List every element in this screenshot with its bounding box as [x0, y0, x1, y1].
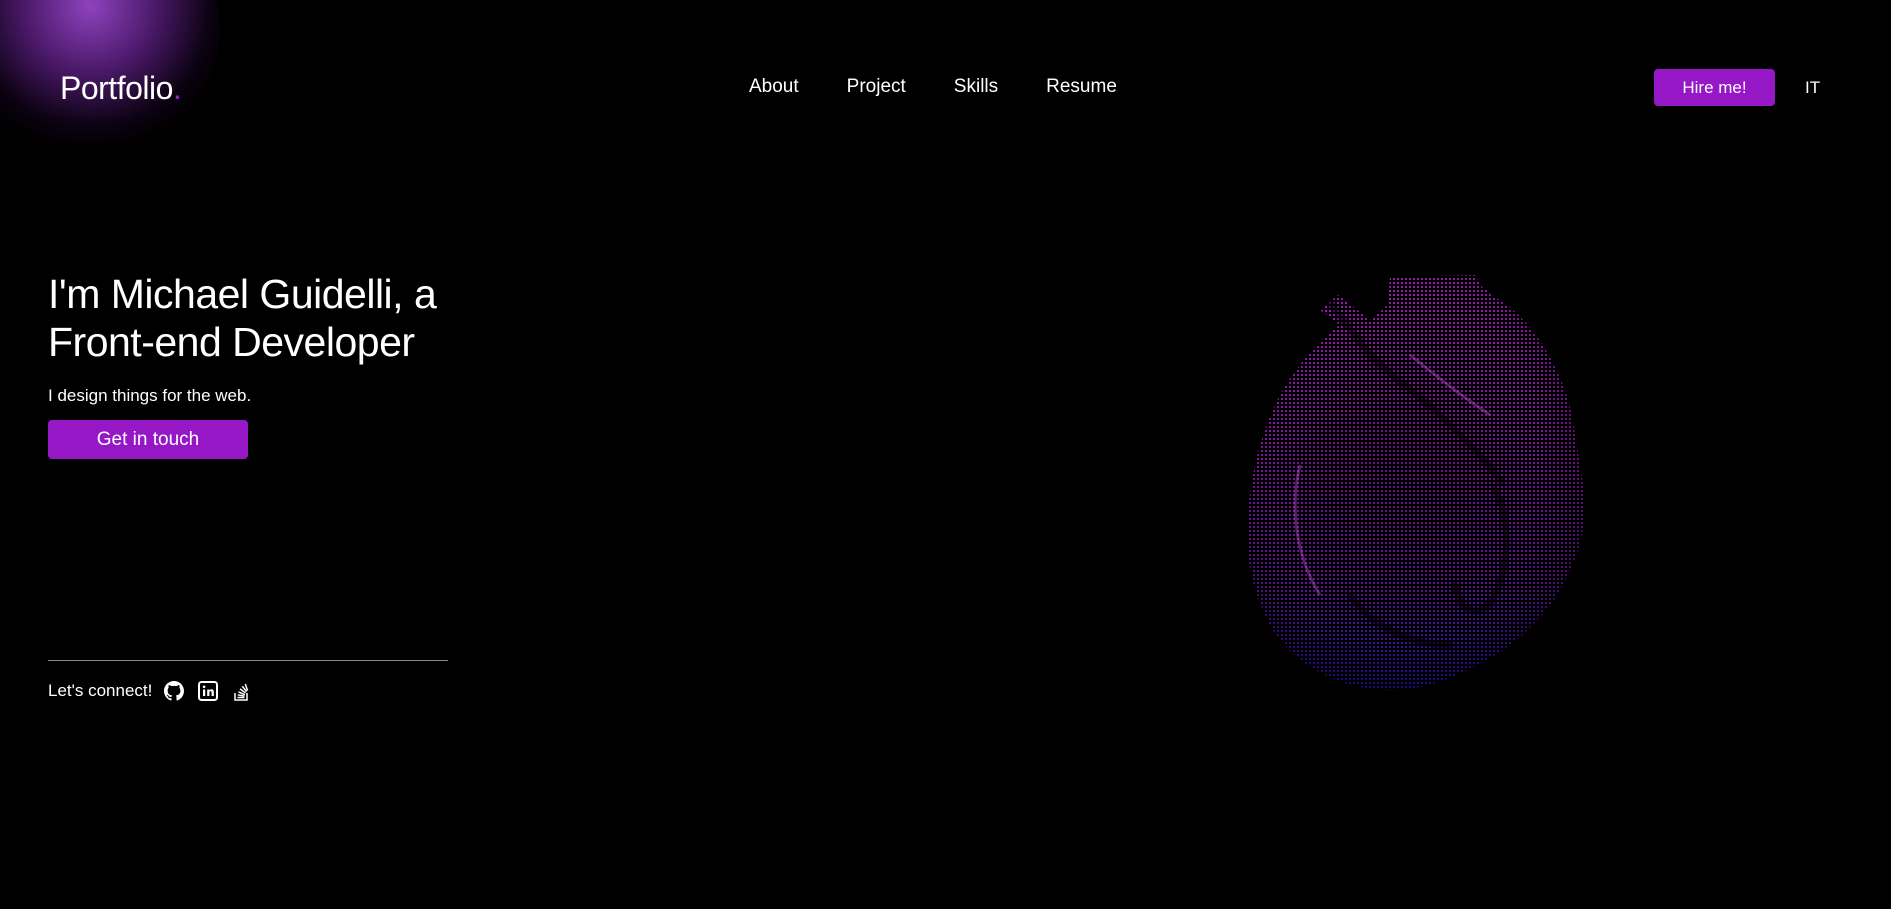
main-nav: About Project Skills Resume [749, 76, 1117, 98]
nav-about[interactable]: About [749, 76, 799, 98]
hero-section: I'm Michael Guidelli, a Front-end Develo… [48, 270, 468, 459]
hero-title-line1: I'm Michael Guidelli, a [48, 271, 437, 317]
hero-title-line2: Front-end Developer [48, 319, 415, 365]
nav-resume[interactable]: Resume [1046, 76, 1117, 98]
orb-graphic [1247, 275, 1585, 691]
divider [48, 660, 448, 661]
get-in-touch-button[interactable]: Get in touch [48, 420, 248, 459]
logo-text: Portfolio [60, 70, 173, 106]
logo[interactable]: Portfolio. [60, 70, 182, 107]
hero-3d-orb [1220, 265, 1620, 705]
social-connect: Let's connect! [48, 679, 254, 703]
connect-label: Let's connect! [48, 681, 153, 700]
hero-title: I'm Michael Guidelli, a Front-end Develo… [48, 270, 468, 366]
linkedin-icon[interactable] [196, 679, 220, 703]
github-icon[interactable] [162, 679, 186, 703]
language-switch[interactable]: IT [1805, 78, 1820, 98]
nav-skills[interactable]: Skills [954, 76, 998, 98]
stackoverflow-icon[interactable] [230, 679, 254, 703]
logo-dot: . [172, 70, 182, 106]
site-header: Portfolio. About Project Skills Resume H… [0, 0, 1891, 175]
nav-project[interactable]: Project [847, 76, 906, 98]
hire-me-button[interactable]: Hire me! [1654, 69, 1775, 106]
hero-subtitle: I design things for the web. [48, 386, 252, 405]
